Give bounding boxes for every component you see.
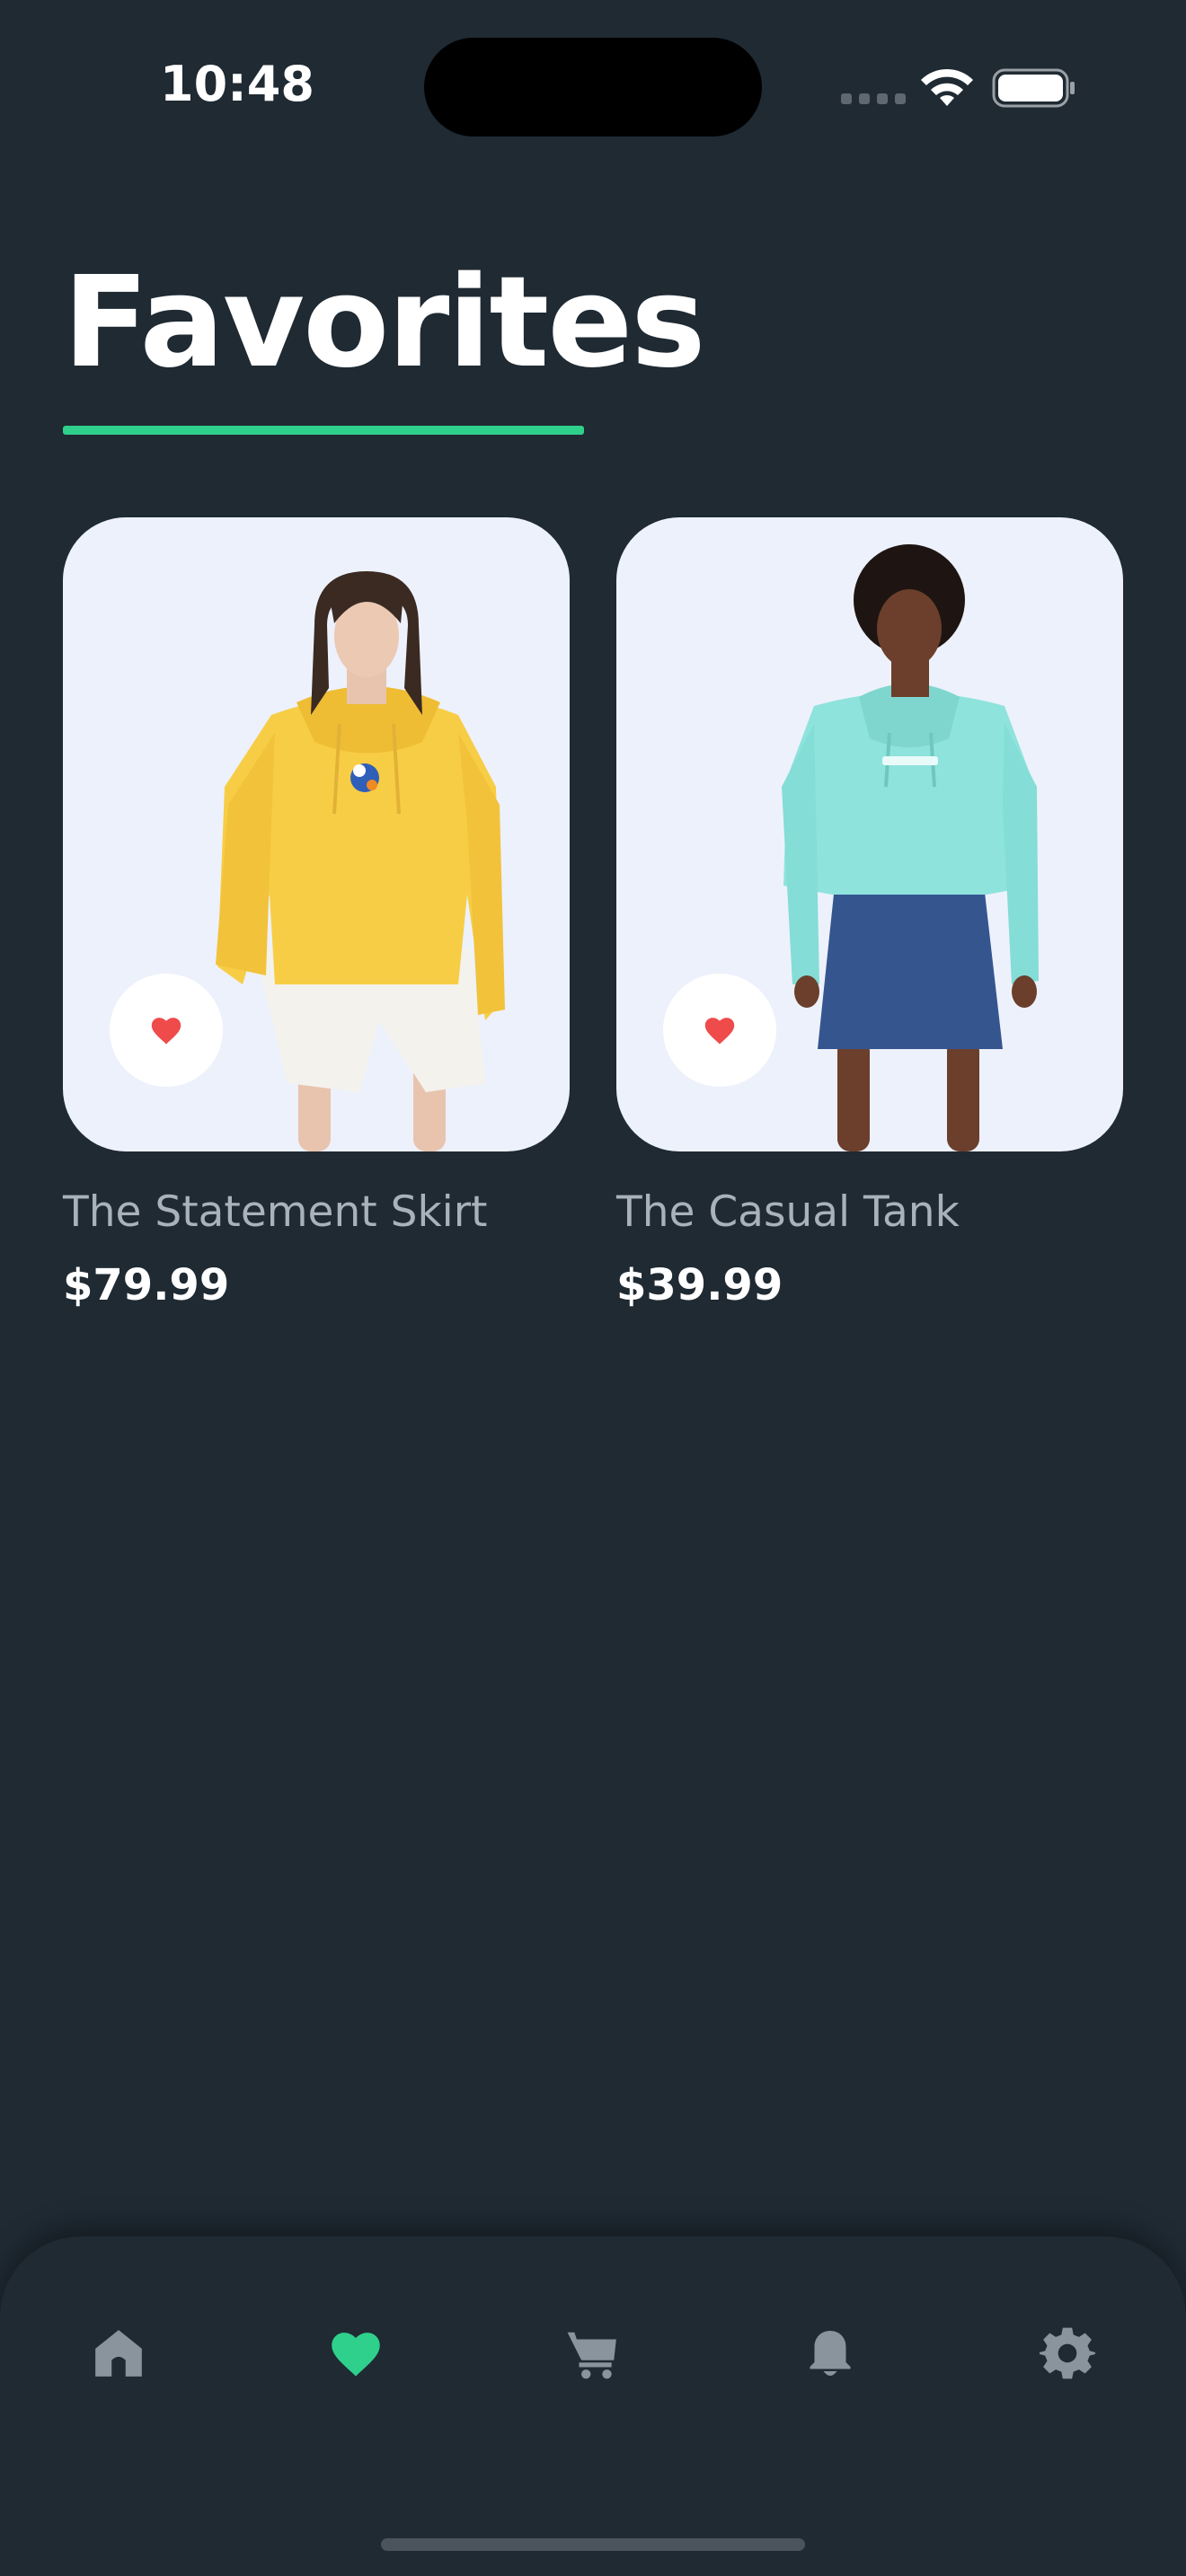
cart-icon: [567, 2332, 616, 2379]
battery-icon: [992, 68, 1075, 108]
product-price: $39.99: [616, 1260, 783, 1310]
product-image[interactable]: [63, 517, 570, 1151]
status-time: 10:48: [160, 56, 314, 112]
nav-item-notifications[interactable]: [794, 2317, 866, 2389]
product-name: The Statement Skirt: [63, 1187, 488, 1237]
favorite-button[interactable]: [110, 974, 223, 1087]
product-name: The Casual Tank: [616, 1187, 960, 1237]
gear-icon: [1040, 2327, 1095, 2379]
dynamic-island: [424, 38, 762, 137]
heart-icon: [704, 1018, 735, 1045]
favorites-screen: 10:48 Favorites The Statement Skirt $79.…: [0, 0, 1186, 2576]
product-card[interactable]: The Casual Tank $39.99: [616, 517, 1123, 1310]
page-title: Favorites: [63, 250, 706, 396]
product-image[interactable]: [616, 517, 1123, 1151]
nav-item-settings[interactable]: [1031, 2317, 1103, 2389]
favorite-button[interactable]: [663, 974, 776, 1087]
nav-item-favorites[interactable]: [320, 2317, 392, 2389]
home-icon: [95, 2330, 142, 2377]
product-card[interactable]: The Statement Skirt $79.99: [63, 517, 570, 1310]
cellular-signal-icon: [841, 93, 906, 104]
heart-icon: [151, 1018, 181, 1045]
home-indicator[interactable]: [381, 2538, 805, 2551]
nav-item-home[interactable]: [83, 2317, 155, 2389]
heart-icon: [332, 2333, 380, 2377]
title-underline: [63, 426, 584, 435]
bell-icon: [810, 2331, 851, 2376]
product-price: $79.99: [63, 1260, 230, 1310]
nav-item-cart[interactable]: [557, 2317, 629, 2389]
bottom-navigation-bar: [0, 2236, 1186, 2576]
wifi-icon: [921, 68, 973, 106]
